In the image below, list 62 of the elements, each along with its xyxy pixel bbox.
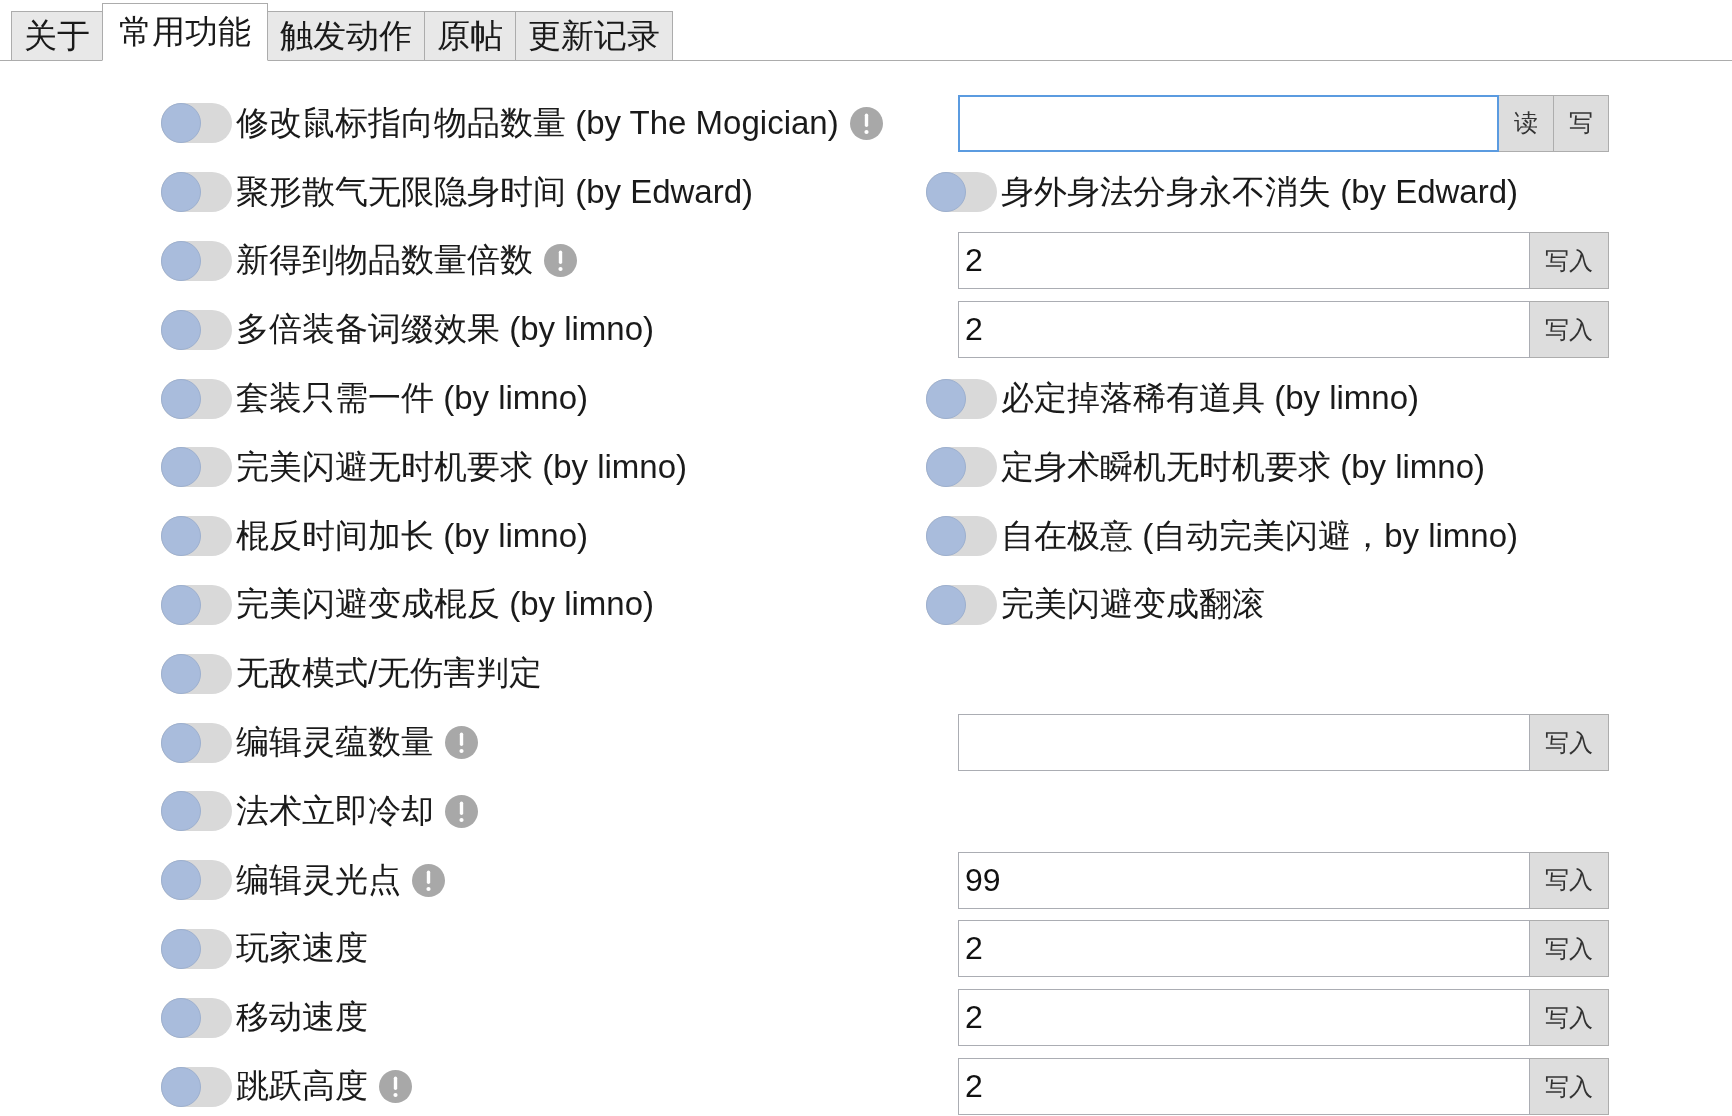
toggle-switch[interactable] bbox=[161, 584, 232, 625]
option-label: 自在极意 (自动完美闪避，by limno) bbox=[1001, 515, 1519, 556]
option-label: 套装只需一件 (by limno) bbox=[236, 378, 589, 419]
tab[interactable]: 原帖 bbox=[425, 11, 516, 61]
text-field[interactable]: 2 bbox=[958, 1058, 1530, 1116]
toggle-switch[interactable] bbox=[926, 172, 997, 213]
option-label: 聚形散气无限隐身时间 (by Edward) bbox=[236, 171, 754, 212]
text-field[interactable]: 2 bbox=[958, 232, 1530, 290]
toggle-switch[interactable] bbox=[161, 997, 232, 1038]
option-label: 完美闪避变成翻滚 bbox=[1001, 584, 1265, 625]
option-label: 定身术瞬机无时机要求 (by limno) bbox=[1001, 446, 1486, 487]
toggle-switch[interactable] bbox=[161, 722, 232, 763]
option-label: 棍反时间加长 (by limno) bbox=[236, 515, 589, 556]
option-label: 无敌模式/无伤害判定 bbox=[236, 653, 543, 694]
action-button[interactable]: 写入 bbox=[1530, 301, 1609, 359]
action-button[interactable]: 读 bbox=[1499, 94, 1554, 152]
text-field[interactable]: 2 bbox=[958, 920, 1530, 978]
toggle-switch[interactable] bbox=[161, 653, 232, 694]
toggle-switch[interactable] bbox=[161, 172, 232, 213]
toggle-switch[interactable] bbox=[161, 447, 232, 488]
text-field[interactable]: 99 bbox=[958, 851, 1530, 909]
option-label: 多倍装备词缀效果 (by limno) bbox=[236, 309, 655, 350]
text-field[interactable] bbox=[958, 94, 1499, 152]
action-button[interactable]: 写入 bbox=[1530, 920, 1609, 978]
toggle-switch[interactable] bbox=[161, 516, 232, 557]
action-button[interactable]: 写 bbox=[1554, 94, 1609, 152]
option-label: 必定掉落稀有道具 (by limno) bbox=[1001, 378, 1420, 419]
toggle-switch[interactable] bbox=[161, 1066, 232, 1107]
toggle-switch[interactable] bbox=[161, 241, 232, 281]
action-button[interactable]: 写入 bbox=[1530, 989, 1609, 1047]
option-label: 跳跃高度 bbox=[236, 1066, 368, 1107]
toggle-switch[interactable] bbox=[926, 447, 997, 488]
toggle-switch[interactable] bbox=[926, 378, 997, 419]
option-label: 新得到物品数量倍数 bbox=[236, 240, 533, 281]
text-field[interactable]: 2 bbox=[958, 989, 1530, 1047]
action-button[interactable]: 写入 bbox=[1530, 1058, 1609, 1116]
option-label: 编辑灵光点 bbox=[236, 859, 401, 900]
option-label: 修改鼠标指向物品数量 (by The Mogician) bbox=[236, 102, 839, 143]
option-label: 移动速度 bbox=[236, 997, 368, 1038]
tab[interactable]: 关于 bbox=[11, 11, 103, 61]
option-label: 法术立即冷却 bbox=[236, 790, 434, 831]
option-label: 完美闪避无时机要求 (by limno) bbox=[236, 446, 688, 487]
toggle-switch[interactable] bbox=[161, 860, 232, 901]
option-label: 编辑灵蕴数量 bbox=[236, 722, 434, 763]
toggle-switch[interactable] bbox=[161, 103, 232, 144]
action-button[interactable]: 写入 bbox=[1530, 851, 1609, 909]
tab[interactable]: 更新记录 bbox=[516, 11, 673, 61]
action-button[interactable]: 写入 bbox=[1530, 232, 1609, 290]
text-field[interactable] bbox=[958, 714, 1530, 772]
toggle-switch[interactable] bbox=[161, 378, 232, 419]
option-label: 完美闪避变成棍反 (by limno) bbox=[236, 584, 655, 625]
text-field[interactable]: 2 bbox=[958, 301, 1530, 359]
action-button[interactable]: 写入 bbox=[1530, 714, 1609, 772]
toggle-switch[interactable] bbox=[161, 309, 232, 350]
option-label: 身外身法分身永不消失 (by Edward) bbox=[1001, 171, 1519, 212]
toggle-switch[interactable] bbox=[161, 928, 232, 969]
tab[interactable]: 常用功能 bbox=[102, 3, 268, 61]
toggle-switch[interactable] bbox=[161, 791, 232, 832]
toggle-switch[interactable] bbox=[926, 516, 997, 557]
toggle-switch[interactable] bbox=[926, 584, 997, 625]
option-label: 玩家速度 bbox=[236, 928, 368, 969]
tab[interactable]: 触发动作 bbox=[268, 11, 425, 61]
